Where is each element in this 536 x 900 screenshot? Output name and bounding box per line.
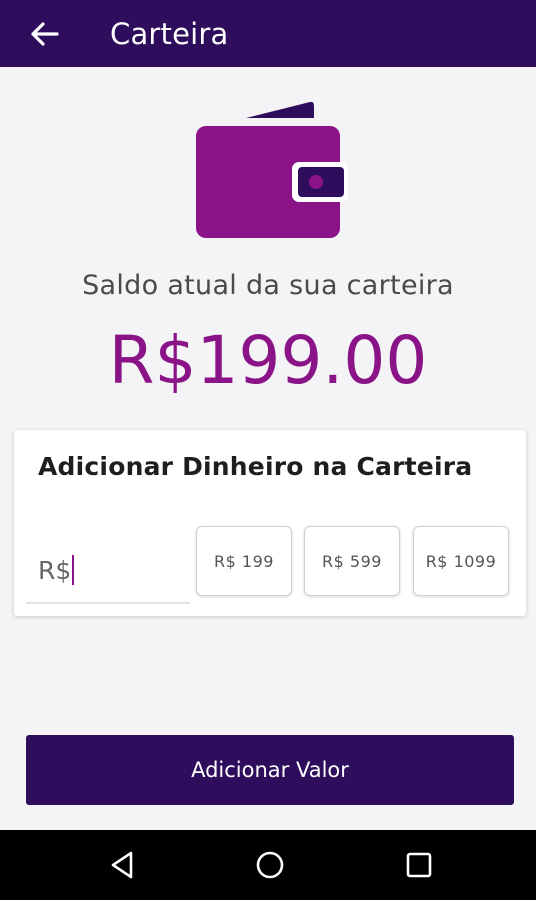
nav-recents-button[interactable] xyxy=(389,842,449,888)
quick-amount-button-599[interactable]: R$ 599 xyxy=(304,526,400,596)
arrow-left-icon xyxy=(31,21,59,46)
amount-input-value: R$ xyxy=(38,555,72,585)
nav-back-button[interactable] xyxy=(92,842,152,888)
nav-back-icon xyxy=(111,851,133,879)
add-money-title: Adicionar Dinheiro na Carteira xyxy=(38,452,473,481)
quick-amount-button-199[interactable]: R$ 199 xyxy=(196,526,292,596)
text-caret xyxy=(72,555,75,585)
amount-input[interactable]: R$ xyxy=(26,538,190,604)
nav-recents-icon xyxy=(406,852,432,878)
wallet-icon xyxy=(196,101,348,238)
page-title: Carteira xyxy=(110,16,229,51)
balance-label: Saldo atual da sua carteira xyxy=(82,270,454,301)
balance-value: R$199.00 xyxy=(108,322,428,399)
system-nav-bar xyxy=(0,830,536,900)
add-value-button[interactable]: Adicionar Valor xyxy=(26,735,514,805)
add-money-card: Adicionar Dinheiro na Carteira R$ R$ 199… xyxy=(14,430,526,616)
nav-home-icon xyxy=(256,851,284,879)
app-bar: Carteira xyxy=(0,0,536,67)
back-button[interactable] xyxy=(14,8,74,60)
quick-amount-button-1099[interactable]: R$ 1099 xyxy=(413,526,509,596)
nav-home-button[interactable] xyxy=(240,842,300,888)
